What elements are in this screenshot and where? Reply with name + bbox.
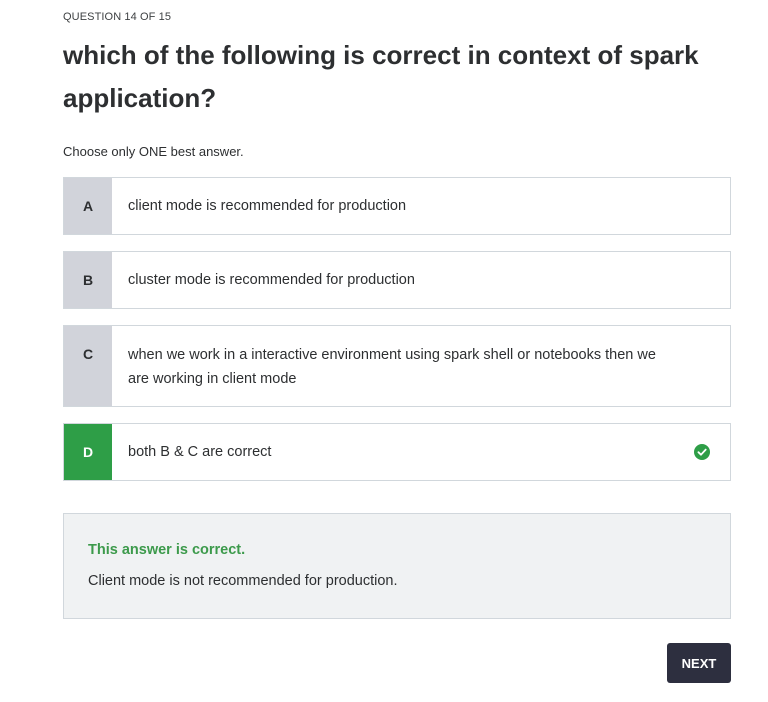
- answer-option-d[interactable]: D both B & C are correct: [63, 423, 731, 481]
- answer-instruction: Choose only ONE best answer.: [63, 144, 244, 159]
- option-text: client mode is recommended for productio…: [128, 198, 407, 214]
- option-letter: D: [64, 424, 112, 480]
- option-text: cluster mode is recommended for producti…: [128, 272, 415, 288]
- option-letter: B: [64, 252, 112, 308]
- option-text: when we work in a interactive environmen…: [128, 347, 656, 387]
- question-counter: QUESTION 14 OF 15: [63, 11, 172, 23]
- check-circle-icon: [694, 444, 710, 460]
- option-letter: A: [64, 178, 112, 234]
- question-text: which of the following is correct in con…: [63, 40, 699, 113]
- answer-option-b[interactable]: B cluster mode is recommended for produc…: [63, 251, 731, 309]
- answer-feedback-panel: This answer is correct. Client mode is n…: [63, 513, 731, 619]
- answer-option-c[interactable]: C when we work in a interactive environm…: [63, 325, 731, 407]
- answer-option-a[interactable]: A client mode is recommended for product…: [63, 177, 731, 235]
- feedback-title: This answer is correct.: [88, 542, 246, 558]
- option-letter: C: [64, 326, 112, 406]
- next-button[interactable]: NEXT: [667, 643, 731, 683]
- feedback-explanation: Client mode is not recommended for produ…: [88, 573, 398, 589]
- option-text: both B & C are correct: [128, 444, 272, 460]
